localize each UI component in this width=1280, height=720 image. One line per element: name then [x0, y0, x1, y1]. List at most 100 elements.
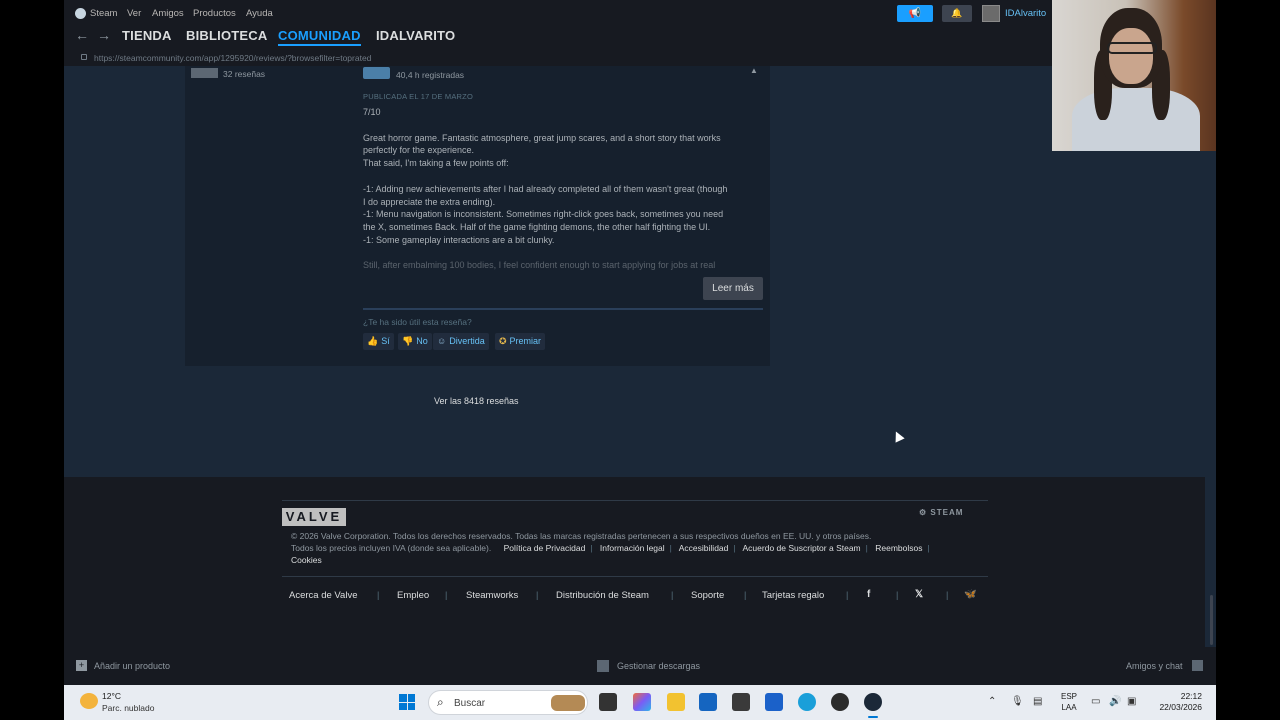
lang-layout: LAA: [1061, 703, 1077, 712]
vote-funny-button[interactable]: ☺ Divertida: [433, 333, 489, 350]
vote-yes-button[interactable]: 👍 Sí: [363, 333, 394, 350]
forward-arrow-icon[interactable]: →: [97, 27, 111, 43]
steam-footer-logo[interactable]: ⚙ STEAM: [919, 508, 963, 517]
app-icon[interactable]: [732, 693, 750, 711]
active-indicator: [868, 716, 878, 718]
friends-chat-button[interactable]: Amigos y chat: [1126, 661, 1183, 671]
read-more-button[interactable]: Leer más: [703, 277, 763, 300]
vote-no-button[interactable]: 👎 No: [398, 333, 432, 350]
footer-link-jobs[interactable]: Empleo: [397, 590, 429, 601]
subscriber-agreement-link[interactable]: Acuerdo de Suscriptor a Steam: [743, 543, 861, 553]
menu-amigos[interactable]: Amigos: [152, 8, 184, 19]
menu-ayuda[interactable]: Ayuda: [246, 8, 273, 19]
store-icon[interactable]: [699, 693, 717, 711]
posted-date: PUBLICADA EL 17 DE MARZO: [363, 92, 473, 101]
volume-icon[interactable]: 🔊: [1109, 696, 1121, 707]
clock[interactable]: 22:12 22/03/2026: [1152, 691, 1202, 713]
manage-downloads-button[interactable]: Gestionar descargas: [617, 661, 700, 671]
edge-icon[interactable]: [798, 693, 816, 711]
weather-icon[interactable]: [80, 693, 98, 709]
tab-tienda[interactable]: TIENDA: [122, 28, 172, 43]
divider: [363, 308, 763, 310]
bell-button[interactable]: 🔔: [942, 5, 972, 22]
url-text: https://steamcommunity.com/app/1295920/r…: [94, 53, 372, 63]
privacy-link[interactable]: Política de Privacidad: [504, 543, 586, 553]
divider: |: [946, 590, 949, 600]
notifications-button[interactable]: 📢: [897, 5, 933, 22]
award-icon: ✪: [499, 336, 507, 346]
bluesky-icon[interactable]: 🦋: [964, 589, 976, 600]
divider: |: [671, 590, 674, 600]
add-product-button[interactable]: Añadir un producto: [94, 661, 170, 671]
network-icon[interactable]: ▭: [1091, 696, 1100, 707]
windows-start-icon[interactable]: [399, 694, 415, 710]
menu-steam[interactable]: Steam: [90, 8, 117, 19]
legal-info-link[interactable]: Información legal: [600, 543, 665, 553]
avatar[interactable]: [982, 5, 1000, 22]
accessibility-link[interactable]: Accesibilidad: [679, 543, 729, 553]
language-indicator[interactable]: ESP LAA: [1061, 691, 1077, 713]
divider: |: [445, 590, 448, 600]
footer-link-steamworks[interactable]: Steamworks: [466, 590, 518, 601]
steam-logo-icon: ⚙: [919, 508, 931, 517]
cookies-link[interactable]: Cookies: [291, 555, 322, 565]
reviewer-avatar[interactable]: [191, 68, 218, 78]
chevron-up-icon[interactable]: ⌃: [988, 696, 996, 707]
obs-icon[interactable]: [831, 693, 849, 711]
weather-temp[interactable]: 12°C: [102, 691, 121, 701]
divider: |: [846, 590, 849, 600]
review-line: -1: Menu navigation is inconsistent. Som…: [363, 209, 724, 220]
smiley-icon: ☺: [437, 336, 447, 346]
footer-link-gift-cards[interactable]: Tarjetas regalo: [762, 590, 824, 601]
mouse-cursor-icon: [891, 429, 905, 443]
microphone-icon[interactable]: 🎙: [1011, 696, 1024, 707]
footer-link-distribution[interactable]: Distribución de Steam: [556, 590, 649, 601]
legal-links-row: Todos los precios incluyen IVA (donde se…: [291, 543, 930, 553]
footer: VALVE ⚙ STEAM © 2026 Valve Corporation. …: [64, 477, 1205, 647]
footer-link-about-valve[interactable]: Acerca de Valve: [289, 590, 357, 601]
divider: |: [377, 590, 380, 600]
reviewer-review-count[interactable]: 32 reseñas: [223, 69, 265, 79]
tray-icon[interactable]: ▤: [1033, 696, 1042, 707]
clock-time: 22:12: [1180, 691, 1202, 701]
vat-note: Todos los precios incluyen IVA (donde se…: [291, 543, 492, 553]
see-all-reviews-link[interactable]: Ver las 8418 reseñas: [434, 396, 519, 406]
review-line: the X, sometimes Back. Half of the game …: [363, 222, 711, 233]
award-button[interactable]: ✪ Premiar: [495, 333, 546, 350]
steam-bottom-bar: + Añadir un producto Gestionar descargas…: [64, 647, 1216, 685]
scrollbar[interactable]: [1210, 595, 1213, 645]
hours-played: 40,4 h registradas: [396, 70, 465, 80]
copilot-icon[interactable]: [633, 693, 651, 711]
divider: |: [744, 590, 747, 600]
menu-bar: Steam Ver Amigos Productos Ayuda 📢 🔔 IDA…: [64, 0, 1216, 27]
x-twitter-icon[interactable]: 𝕏: [915, 589, 923, 600]
valve-logo[interactable]: VALVE: [282, 508, 346, 526]
review-line: I do appreciate the extra ending).: [363, 196, 496, 207]
username-menu[interactable]: IDAlvarito: [1005, 8, 1046, 19]
back-arrow-icon[interactable]: ←: [75, 27, 89, 43]
tab-profile[interactable]: IDALVARITO: [376, 28, 455, 43]
file-explorer-icon[interactable]: [667, 693, 685, 711]
collapse-icon[interactable]: ▲: [750, 66, 758, 75]
app-icon[interactable]: [765, 693, 783, 711]
tab-biblioteca[interactable]: BIBLIOTECA: [186, 28, 267, 43]
copyright-text: © 2026 Valve Corporation. Todos los dere…: [291, 531, 872, 541]
steam-taskbar-icon[interactable]: [864, 693, 882, 711]
windows-taskbar: 12°C Parc. nublado ⌕ Buscar ⌃ 🎙 ▤ ESP LAA…: [64, 685, 1216, 720]
webcam-overlay: [1052, 0, 1216, 151]
tab-comunidad[interactable]: COMUNIDAD: [278, 28, 361, 46]
helpful-question: ¿Te ha sido útil esta reseña?: [363, 317, 472, 327]
review-line: perfectly for the experience.: [363, 145, 475, 156]
vote-funny-label: Divertida: [449, 336, 485, 346]
task-view-icon[interactable]: [599, 693, 617, 711]
menu-productos[interactable]: Productos: [193, 8, 236, 19]
menu-ver[interactable]: Ver: [127, 8, 141, 19]
footer-link-support[interactable]: Soporte: [691, 590, 724, 601]
vote-yes-label: Sí: [381, 336, 390, 346]
taskbar-search[interactable]: ⌕ Buscar: [428, 690, 588, 715]
weather-condition[interactable]: Parc. nublado: [102, 703, 154, 713]
battery-icon[interactable]: ▣: [1127, 696, 1136, 707]
review-line: Great horror game. Fantastic atmosphere,…: [363, 132, 721, 143]
refunds-link[interactable]: Reembolsos: [875, 543, 922, 553]
facebook-icon[interactable]: f: [867, 589, 870, 600]
